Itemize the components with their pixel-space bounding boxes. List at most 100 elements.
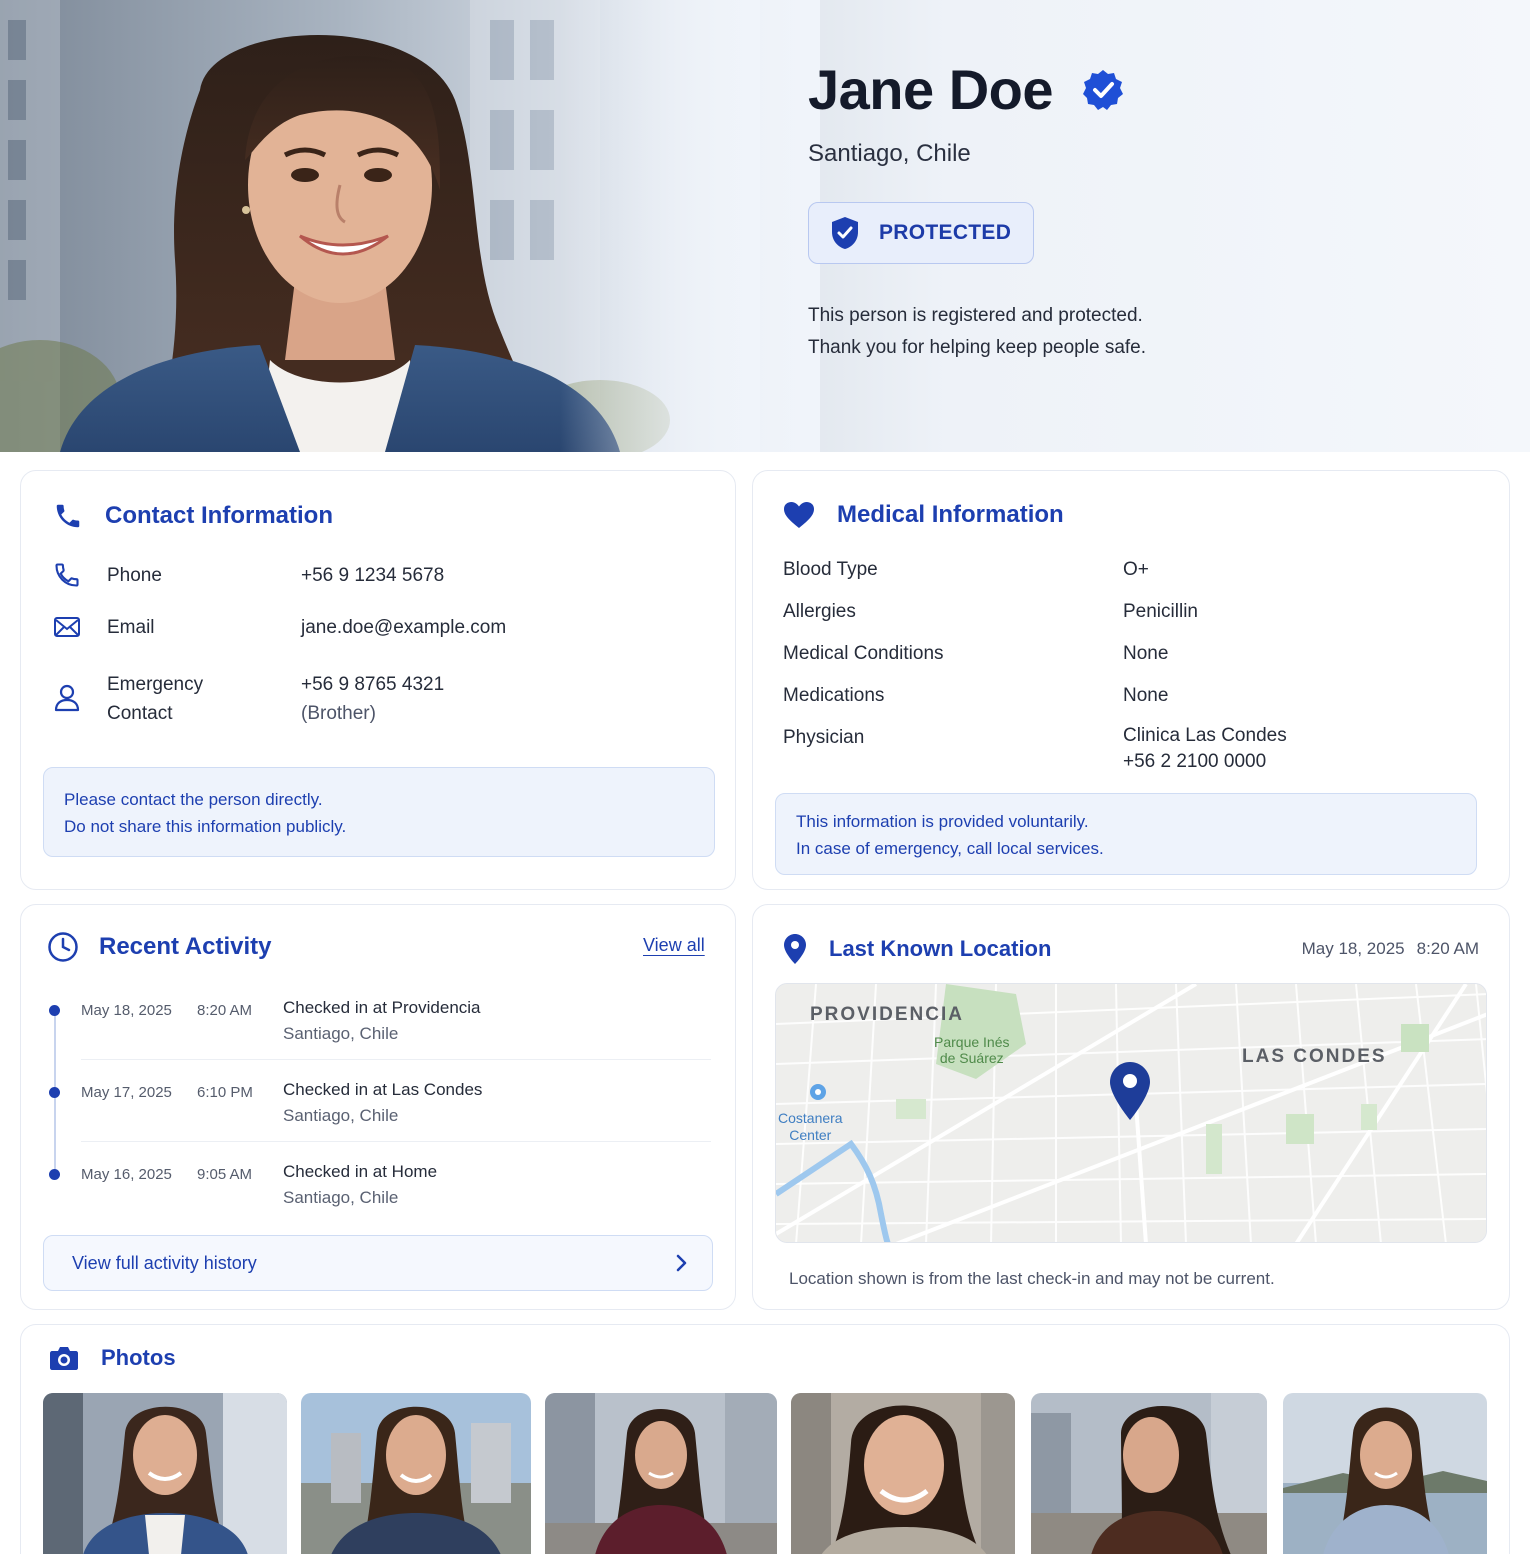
emergency-label-line-1: Emergency [107,674,204,695]
medical-value-conditions: None [1123,643,1169,664]
activity-item[interactable]: May 16, 2025 9:05 AM Checked in at Home … [21,1155,735,1237]
profile-message: This person is registered and protected.… [808,300,1488,364]
activity-place: Santiago, Chile [283,1188,399,1207]
activity-card-title: Recent Activity [47,931,272,963]
profile-message-line-1: This person is registered and protected. [808,305,1143,326]
hero-fade [560,0,820,452]
medical-value-medications: None [1123,685,1169,706]
map-label-costanera: Costanera Center [778,1110,843,1144]
status-badge: PROTECTED [808,202,1035,264]
location-card-title: Last Known Location [783,933,1051,965]
medical-note-line-1: This information is provided voluntarily… [796,812,1089,831]
medical-label-blood-type: Blood Type [783,559,878,580]
contact-title-text: Contact Information [105,502,333,529]
map-label-las-condes: LAS CONDES [1242,1046,1387,1067]
activity-divider [81,1141,711,1142]
activity-title: Checked in at Providencia [283,998,481,1017]
medical-note-line-2: In case of emergency, call local service… [796,839,1104,858]
shield-check-icon [832,217,858,249]
photo-thumbnail[interactable] [1031,1393,1267,1554]
camera-icon [50,1347,78,1370]
photo-thumbnail[interactable] [301,1393,531,1554]
photo-thumbnail[interactable] [791,1393,1015,1554]
verified-badge-icon [1083,70,1123,110]
activity-card: Recent Activity View all May 18, 2025 8:… [20,904,736,1310]
emergency-phone[interactable]: +56 9 8765 4321 [301,670,444,699]
emergency-label: Emergency Contact [107,670,203,728]
medical-title-text: Medical Information [837,501,1064,528]
heart-icon [784,502,814,528]
activity-item[interactable]: May 18, 2025 8:20 AM Checked in at Provi… [21,991,735,1073]
location-card: Last Known Location May 18, 2025 8:20 AM [752,904,1510,1310]
physician-phone[interactable]: +56 2 2100 0000 [1123,749,1287,775]
activity-divider [81,1059,711,1060]
view-history-button[interactable]: View full activity history [43,1235,713,1291]
location-title-text: Last Known Location [829,936,1052,961]
timeline-dot [49,1087,60,1098]
photo-thumbnail[interactable] [545,1393,777,1554]
medical-value-allergies: Penicillin [1123,601,1198,622]
timeline-dot [49,1169,60,1180]
contact-note-line-1: Please contact the person directly. [64,790,323,809]
clock-icon [48,932,78,962]
activity-title: Checked in at Home [283,1162,438,1181]
person-icon [54,684,80,712]
location-date: May 18, 2025 [1301,939,1405,958]
location-note: Location shown is from the last check-in… [789,1269,1275,1288]
location-timestamp: May 18, 2025 8:20 AM [1302,939,1479,959]
view-history-label: View full activity history [72,1252,257,1273]
costanera-label-line-1: Costanera [778,1110,843,1126]
map-label-park: Parque Inés de Suárez [934,1034,1010,1066]
medical-label-physician: Physician [783,727,865,748]
view-all-link[interactable]: View all [643,935,705,956]
emergency-value[interactable]: +56 9 8765 4321 (Brother) [301,670,444,728]
location-time: 8:20 AM [1416,939,1479,958]
medical-label-conditions: Medical Conditions [783,643,944,664]
mail-icon [54,617,80,637]
profile-name: Jane Doe [808,58,1054,121]
activity-date: May 18, 2025 [81,1002,172,1019]
medical-value-blood-type: O+ [1123,559,1149,580]
photos-title-text: Photos [101,1345,176,1370]
phone-outline-icon [55,563,79,587]
profile-message-line-2: Thank you for helping keep people safe. [808,337,1147,358]
activity-title-text: Recent Activity [99,933,272,960]
name-row: Jane Doe [808,58,1488,122]
activity-title: Checked in at Las Condes [283,1080,483,1099]
medical-card-title: Medical Information [783,501,1064,529]
photo-thumbnail[interactable] [43,1393,287,1554]
emergency-relation: (Brother) [301,703,376,724]
activity-item[interactable]: May 17, 2025 6:10 PM Checked in at Las C… [21,1073,735,1155]
photos-section: Photos [20,1324,1510,1554]
activity-date: May 16, 2025 [81,1166,172,1183]
status-badge-label: PROTECTED [879,221,1012,244]
profile-info: Jane Doe Santiago, Chile PROTECTED This … [808,58,1488,364]
medical-label-medications: Medications [783,685,885,706]
timeline-dot [49,1005,60,1016]
chevron-right-icon [676,1254,687,1272]
photos-title: Photos [49,1345,176,1371]
email-value[interactable]: jane.doe@example.com [301,613,506,642]
location-map[interactable]: PROVIDENCIA LAS CONDES Parque Inés de Su… [775,983,1487,1243]
park-label-line-1: Parque Inés [934,1034,1010,1050]
medical-label-allergies: Allergies [783,601,856,622]
activity-time: 6:10 PM [197,1084,253,1101]
contact-note: Please contact the person directly. Do n… [43,767,715,857]
medical-note: This information is provided voluntarily… [775,793,1477,875]
physician-name: Clinica Las Condes [1123,725,1287,746]
phone-value[interactable]: +56 9 1234 5678 [301,561,444,590]
profile-location: Santiago, Chile [808,140,971,167]
contact-note-line-2: Do not share this information publicly. [64,817,347,836]
photo-thumbnail[interactable] [1283,1393,1487,1554]
phone-icon [56,504,80,528]
contact-card: Contact Information Phone +56 9 1234 567… [20,470,736,890]
phone-label: Phone [107,565,162,586]
costanera-label-line-2: Center [789,1127,832,1143]
map-label-providencia: PROVIDENCIA [810,1004,964,1025]
medical-value-physician: Clinica Las Condes +56 2 2100 0000 [1123,723,1287,775]
email-label: Email [107,617,155,638]
profile-hero: Jane Doe Santiago, Chile PROTECTED This … [0,0,1530,452]
activity-time: 8:20 AM [197,1002,253,1019]
activity-place: Santiago, Chile [283,1024,399,1043]
activity-date: May 17, 2025 [81,1084,172,1101]
